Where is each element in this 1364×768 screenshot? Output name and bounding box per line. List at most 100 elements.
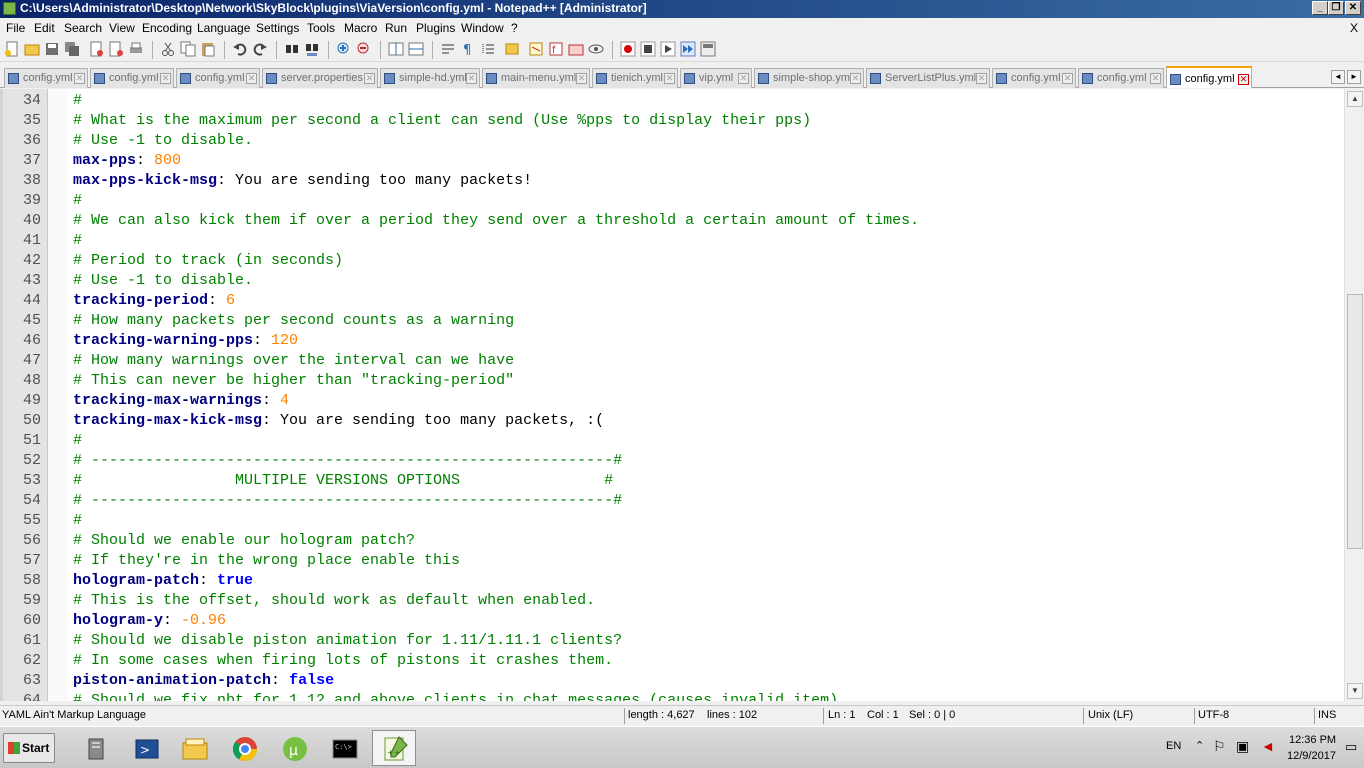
code-line[interactable]: 45 # How many packets per second counts a…	[3, 311, 1346, 331]
utorrent-icon[interactable]: µ	[272, 730, 316, 766]
doc-map-icon[interactable]	[528, 41, 544, 57]
tab-config-yml[interactable]: config.yml ✕	[90, 68, 174, 88]
server-manager-icon[interactable]	[74, 730, 118, 766]
code-line[interactable]: 54 # ------------------------------------…	[3, 491, 1346, 511]
code-line[interactable]: 52 # ------------------------------------…	[3, 451, 1346, 471]
code-line[interactable]: 50 tracking-max-kick-msg: You are sending…	[3, 411, 1346, 431]
tab-config-yml[interactable]: config.yml ✕	[1078, 68, 1164, 88]
menu-window[interactable]: Window	[461, 21, 504, 35]
tab-close-icon[interactable]: ✕	[738, 73, 749, 84]
code-line[interactable]: 37 max-pps: 800	[3, 151, 1346, 171]
tab-close-icon[interactable]: ✕	[466, 73, 477, 84]
tab-serverlistplus-yml[interactable]: ServerListPlus.yml ✕	[866, 68, 990, 88]
close-button[interactable]: ✕	[1345, 1, 1361, 15]
code-line[interactable]: 35 # What is the maximum per second a cli…	[3, 111, 1346, 131]
volume-muted-icon[interactable]: ◄	[1261, 738, 1275, 754]
menu-settings[interactable]: Settings	[256, 21, 299, 35]
tab-config-yml[interactable]: config.yml ✕	[1166, 66, 1252, 88]
status-eol[interactable]: Unix (LF)	[1088, 709, 1133, 721]
editor[interactable]: 34 #35 # What is the maximum per second a …	[0, 89, 1346, 701]
code-line[interactable]: 40 # We can also kick them if over a peri…	[3, 211, 1346, 231]
tab-tienich-yml[interactable]: tienich.yml ✕	[592, 68, 678, 88]
code-line[interactable]: 61 # Should we disable piston animation f…	[3, 631, 1346, 651]
code-line[interactable]: 41 #	[3, 231, 1346, 251]
language-indicator[interactable]: EN	[1166, 740, 1181, 752]
cmd-icon[interactable]: C:\>	[322, 730, 366, 766]
close-all-icon[interactable]	[108, 41, 124, 57]
code-line[interactable]: 60 hologram-y: -0.96	[3, 611, 1346, 631]
code-line[interactable]: 47 # How many warnings over the interval …	[3, 351, 1346, 371]
menu-tools[interactable]: Tools	[307, 21, 335, 35]
redo-icon[interactable]	[252, 41, 268, 57]
menu-language[interactable]: Language	[197, 21, 250, 35]
code-line[interactable]: 51 #	[3, 431, 1346, 451]
clock-time[interactable]: 12:36 PM	[1289, 734, 1336, 746]
tab-close-icon[interactable]: ✕	[576, 73, 587, 84]
tab-close-icon[interactable]: ✕	[364, 73, 375, 84]
tab-simple-shop-yml[interactable]: simple-shop.yml ✕	[754, 68, 864, 88]
chrome-icon[interactable]	[222, 730, 266, 766]
scroll-up-icon[interactable]: ▲	[1347, 91, 1363, 107]
start-button[interactable]: Start	[3, 733, 55, 763]
indent-guide-icon[interactable]	[480, 41, 496, 57]
code-line[interactable]: 46 tracking-warning-pps: 120	[3, 331, 1346, 351]
monitoring-icon[interactable]	[588, 41, 604, 57]
code-line[interactable]: 53 # MULTIPLE VERSIONS OPTIONS #	[3, 471, 1346, 491]
record-macro-icon[interactable]	[620, 41, 636, 57]
new-file-icon[interactable]	[4, 41, 20, 57]
paste-icon[interactable]	[200, 41, 216, 57]
tab-close-icon[interactable]: ✕	[246, 73, 257, 84]
clock-date[interactable]: 12/9/2017	[1287, 750, 1336, 762]
minimize-button[interactable]: _	[1312, 1, 1328, 15]
tab-close-icon[interactable]: ✕	[664, 73, 675, 84]
tab-close-icon[interactable]: ✕	[74, 73, 85, 84]
copy-icon[interactable]	[180, 41, 196, 57]
save-all-icon[interactable]	[64, 41, 80, 57]
zoom-in-icon[interactable]	[336, 41, 352, 57]
sync-vertical-icon[interactable]	[388, 41, 404, 57]
code-line[interactable]: 56 # Should we enable our hologram patch?	[3, 531, 1346, 551]
tab-close-icon[interactable]: ✕	[1238, 74, 1249, 85]
powershell-icon[interactable]: >	[124, 730, 168, 766]
zoom-out-icon[interactable]	[356, 41, 372, 57]
scroll-thumb[interactable]	[1347, 294, 1363, 549]
notepadpp-app-icon[interactable]	[3, 2, 16, 15]
menu-search[interactable]: Search	[64, 21, 102, 35]
sync-horizontal-icon[interactable]	[408, 41, 424, 57]
run-macro-multiple-icon[interactable]	[680, 41, 696, 57]
menu-view[interactable]: View	[109, 21, 135, 35]
tab-config-yml[interactable]: config.yml ✕	[4, 68, 88, 88]
status-encoding[interactable]: UTF-8	[1198, 709, 1229, 721]
tab-main-menu-yml[interactable]: main-menu.yml ✕	[482, 68, 590, 88]
open-file-icon[interactable]	[24, 41, 40, 57]
code-line[interactable]: 57 # If they're in the wrong place enable…	[3, 551, 1346, 571]
undo-icon[interactable]	[232, 41, 248, 57]
tab-scroll-right-icon[interactable]: ►	[1347, 70, 1361, 84]
print-icon[interactable]	[128, 41, 144, 57]
menu-edit[interactable]: Edit	[34, 21, 55, 35]
tab-vip-yml[interactable]: vip.yml ✕	[680, 68, 752, 88]
cut-icon[interactable]	[160, 41, 176, 57]
code-line[interactable]: 38 max-pps-kick-msg: You are sending too …	[3, 171, 1346, 191]
code-line[interactable]: 44 tracking-period: 6	[3, 291, 1346, 311]
tab-config-yml[interactable]: config.yml ✕	[992, 68, 1076, 88]
menu-file[interactable]: File	[6, 21, 25, 35]
tab-close-icon[interactable]: ✕	[1150, 73, 1161, 84]
tab-scroll-left-icon[interactable]: ◄	[1331, 70, 1345, 84]
tab-close-icon[interactable]: ✕	[1062, 73, 1073, 84]
tab-server-properties[interactable]: server.properties ✕	[262, 68, 378, 88]
tab-close-icon[interactable]: ✕	[850, 73, 861, 84]
code-line[interactable]: 34 #	[3, 91, 1346, 111]
find-icon[interactable]	[284, 41, 300, 57]
menu-encoding[interactable]: Encoding	[142, 21, 192, 35]
tab-simple-hd-yml[interactable]: simple-hd.yml ✕	[380, 68, 480, 88]
show-hidden-icons-icon[interactable]: ⌃	[1195, 739, 1204, 752]
folder-workspace-icon[interactable]	[568, 41, 584, 57]
restore-button[interactable]: ❐	[1328, 1, 1344, 15]
menu-help[interactable]: ?	[511, 21, 518, 35]
code-line[interactable]: 64 # Should we fix nbt for 1.12 and above…	[3, 691, 1346, 701]
notepadpp-icon[interactable]: ++	[372, 730, 416, 766]
close-icon[interactable]	[88, 41, 104, 57]
menu-run[interactable]: Run	[385, 21, 407, 35]
tab-config-yml[interactable]: config.yml ✕	[176, 68, 260, 88]
